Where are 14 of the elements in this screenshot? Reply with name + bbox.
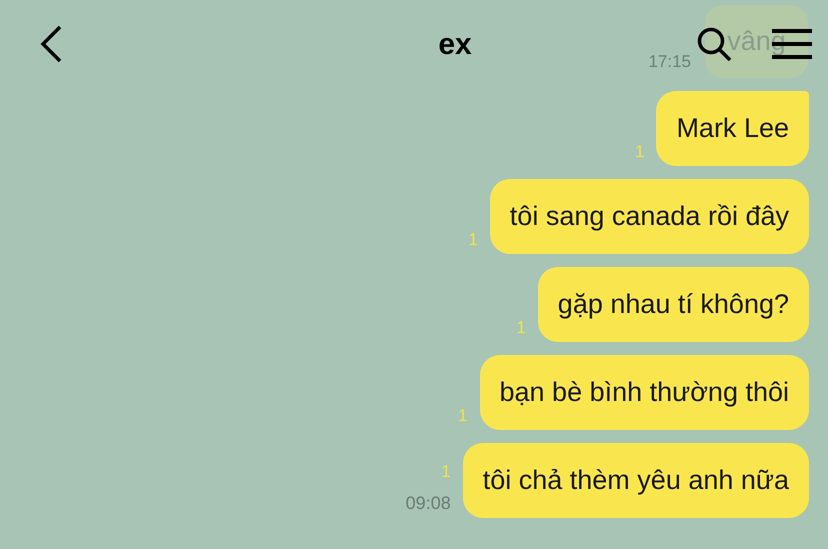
unread-count: 1 [634,143,644,160]
message-time: 09:08 [406,494,451,512]
unread-count: 1 [441,463,451,480]
unread-count: 1 [458,407,468,424]
back-icon[interactable] [38,24,64,64]
message-bubble: bạn bè bình thường thôi [480,355,809,430]
chat-title: ex [438,26,472,62]
message-time: 17:15 [648,50,691,72]
message-bubble: tôi chả thèm yêu anh nữa [462,443,809,518]
unread-count: 1 [516,319,526,336]
message-bubble: gặp nhau tí không? [538,267,809,342]
message-bubble: Mark Lee [656,91,809,166]
unread-count: 1 [468,231,478,248]
message-bubble: tôi sang canada rồi đây [490,179,809,254]
